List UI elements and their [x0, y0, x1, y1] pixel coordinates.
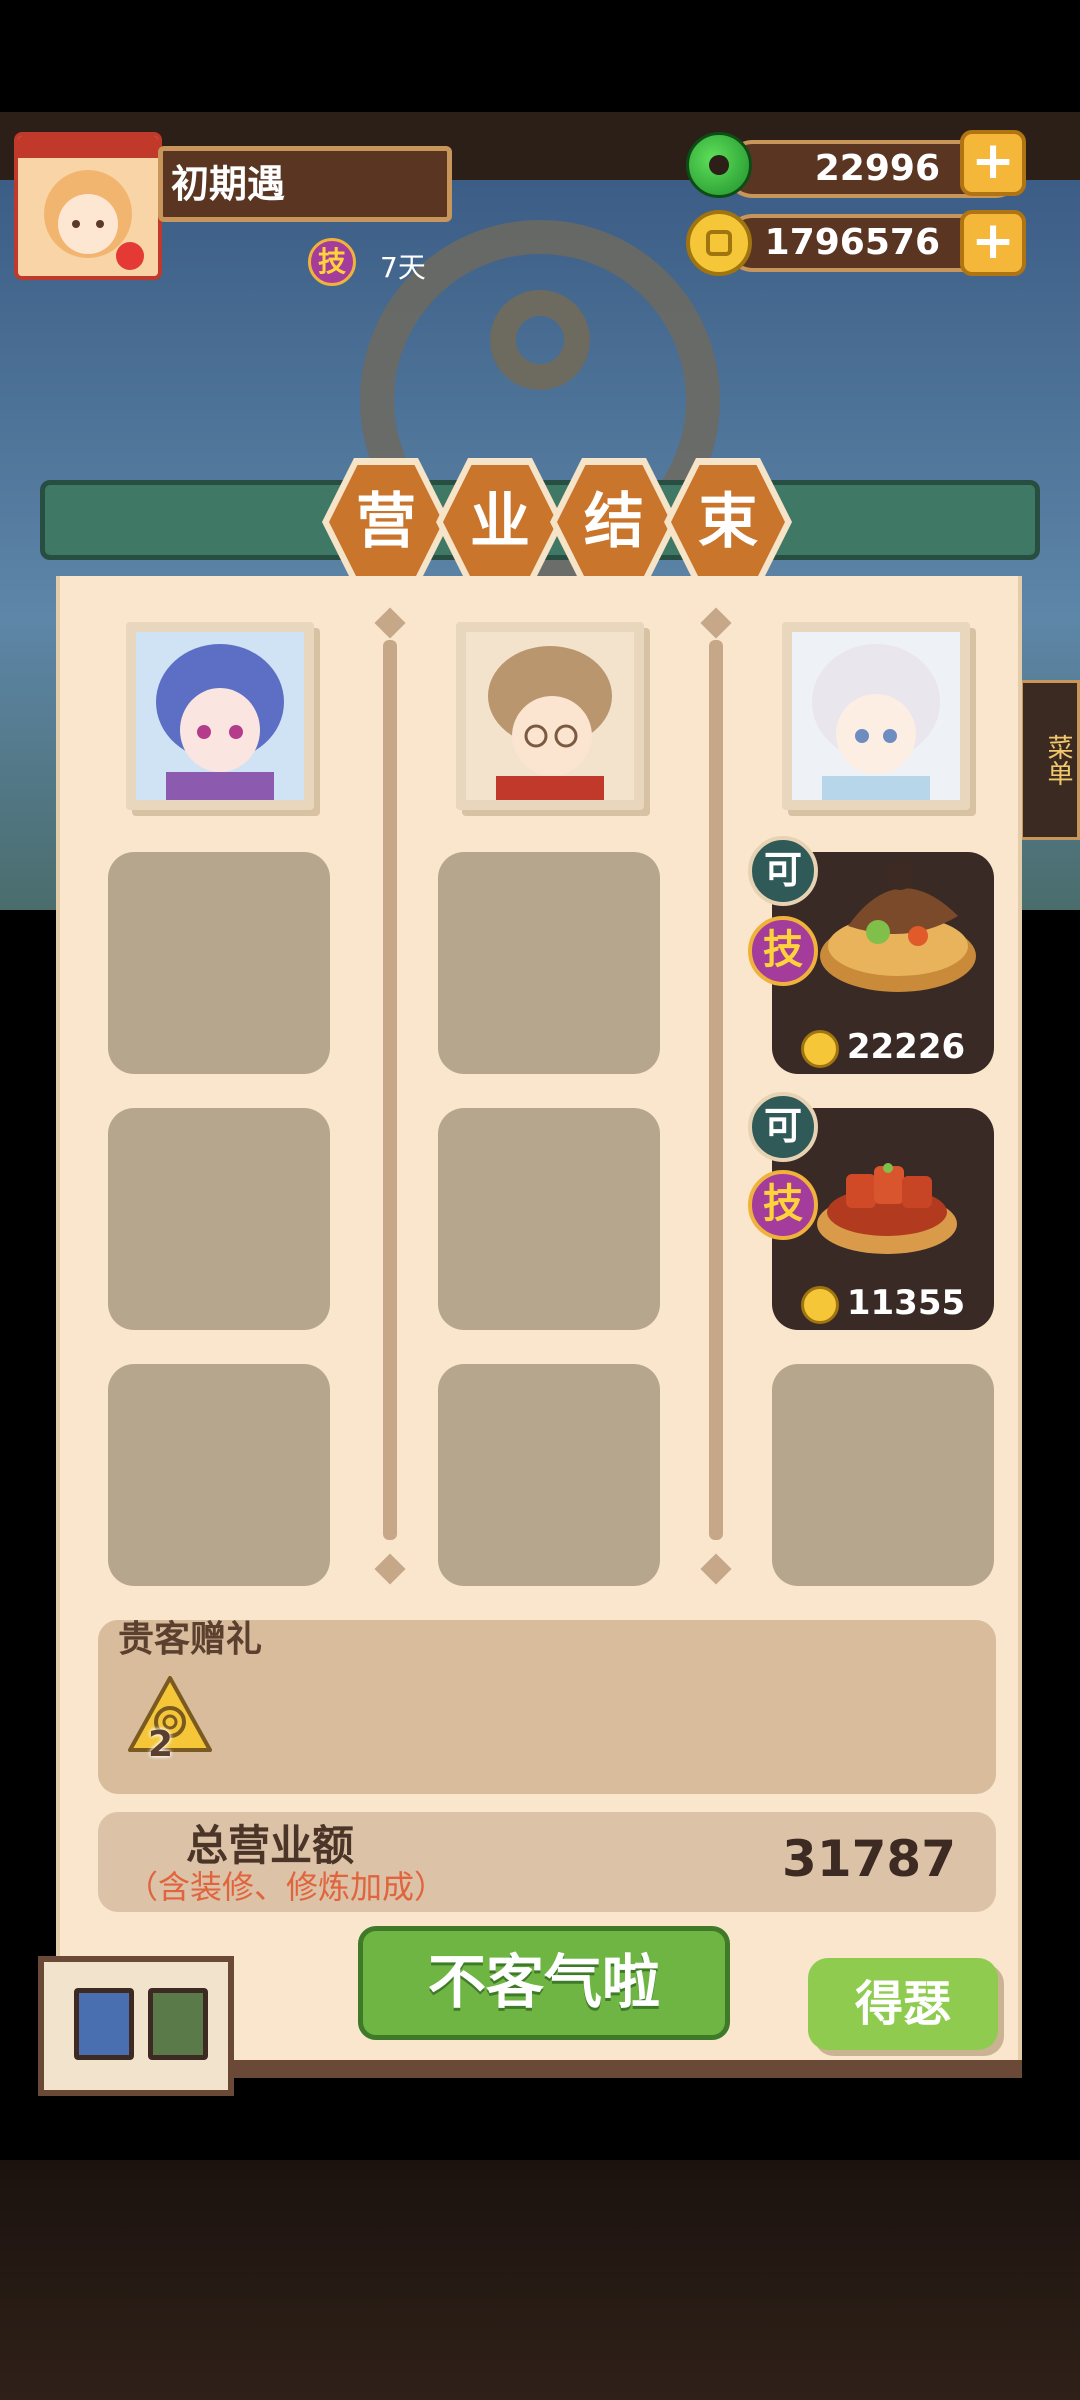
- meat-dish-icon: [817, 1163, 957, 1254]
- jade-icon: [686, 132, 752, 198]
- can-badge-icon: 可: [748, 836, 818, 906]
- column-divider: [383, 640, 397, 1540]
- empty-dish-slot: [108, 852, 330, 1074]
- side-menu-tab[interactable]: 菜单: [1020, 680, 1080, 840]
- skill-days-label: 7天: [380, 251, 426, 284]
- player-avatar[interactable]: [14, 132, 162, 280]
- guest-1-icon: [136, 632, 304, 800]
- empty-dish-slot: [108, 1364, 330, 1586]
- guest-3-icon: [792, 632, 960, 800]
- skill-badge-icon[interactable]: 技: [748, 916, 818, 986]
- coin-icon: [800, 1029, 839, 1068]
- add-coin-button[interactable]: +: [960, 210, 1026, 276]
- show-off-button[interactable]: 得瑟: [808, 1958, 998, 2050]
- gift-count: 2: [148, 1724, 174, 1765]
- can-badge-icon: 可: [748, 1092, 818, 1162]
- empty-dish-slot: [438, 1108, 660, 1330]
- revenue-subtitle: （含装修、修炼加成）: [126, 1868, 447, 1906]
- coin-icon: [686, 210, 752, 276]
- guest-portrait-1[interactable]: [126, 622, 314, 810]
- fish-dish-icon: [820, 862, 976, 992]
- empty-dish-slot: [108, 1108, 330, 1330]
- guest-gift-title: 贵客赠礼: [118, 1619, 263, 1660]
- empty-dish-slot: [438, 852, 660, 1074]
- guest-portrait-2[interactable]: [456, 622, 644, 810]
- item-slot-blue-icon[interactable]: [74, 1988, 134, 2060]
- dish-price-2: 11355: [772, 1276, 994, 1330]
- guest-2-icon: [466, 632, 634, 800]
- wheel-hub-decoration: [490, 290, 590, 390]
- avatar-portrait-icon: [18, 136, 158, 276]
- floor-decoration: [0, 2160, 1080, 2400]
- empty-dish-slot: [772, 1364, 994, 1586]
- empty-dish-slot: [438, 1364, 660, 1586]
- player-name: 初期遇: [158, 146, 452, 222]
- add-jade-button[interactable]: +: [960, 130, 1026, 196]
- item-box: [38, 1956, 234, 2096]
- coin-icon: [800, 1285, 839, 1324]
- confirm-button[interactable]: 不客气啦: [358, 1926, 730, 2040]
- skill-badge-icon[interactable]: 技: [308, 238, 356, 286]
- guest-portrait-3[interactable]: [782, 622, 970, 810]
- item-slot-green-icon[interactable]: [148, 1988, 208, 2060]
- revenue-value: 31787: [782, 1830, 956, 1888]
- skill-badge-icon[interactable]: 技: [748, 1170, 818, 1240]
- column-divider: [709, 640, 723, 1540]
- dish-price-1: 22226: [772, 1020, 994, 1074]
